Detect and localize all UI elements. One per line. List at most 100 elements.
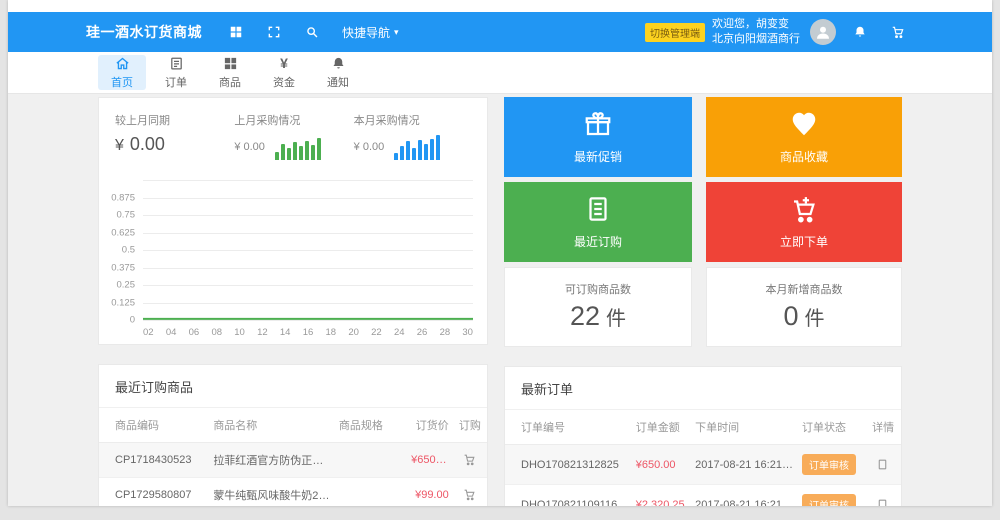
y-axis-tick: 0.375 [111, 262, 135, 273]
x-axis-tick: 18 [325, 327, 337, 338]
product-code: CP1729580807 [99, 477, 210, 506]
add-to-cart-icon[interactable] [463, 453, 477, 467]
chart-gridline [143, 320, 473, 321]
order-status-badge[interactable]: 订单审核 [802, 494, 857, 506]
chart-x-axis: 02 04 06 08 10 12 14 16 18 20 22 24 26 28 30 [143, 323, 473, 338]
gift-icon [585, 112, 611, 136]
tile-product-favorites[interactable]: 商品收藏 [706, 97, 902, 177]
column-header: 下单时间 [691, 409, 799, 445]
counter-orderable-products: 可订购商品数 22 件 [504, 267, 692, 347]
order-row: DHO170821109116 ¥2,320.25 2017-08-21 16:21… [505, 484, 901, 506]
welcome-store: 北京向阳烟酒商行 [712, 33, 800, 45]
order-detail-icon[interactable] [876, 498, 890, 506]
products-icon [224, 57, 236, 69]
stat-last-month: 上月采购情况 ¥ 0.00 [234, 112, 353, 160]
chart-gridline [143, 180, 473, 181]
column-header: 订单金额 [631, 409, 692, 445]
order-row: DHO170821312825 ¥650.00 2017-08-21 16:21:5… [505, 444, 901, 485]
tab-products[interactable]: 商品 [206, 55, 254, 90]
column-header: 商品编码 [99, 407, 210, 443]
tile-latest-promotions[interactable]: 最新促销 [504, 97, 692, 177]
spark-bar [286, 147, 291, 160]
quick-nav-dropdown[interactable]: 快捷导航 ▾ [342, 24, 399, 41]
spark-bar [424, 143, 429, 160]
column-header: 订单状态 [798, 409, 866, 445]
y-axis-tick: 0.125 [111, 297, 135, 308]
chart-gridline [143, 250, 473, 251]
heart-icon [792, 112, 816, 136]
recent-products-card: 最近订购商品 商品编码 商品名称 商品规格 订货价 订购 CP1718430523 拉菲红… [98, 364, 488, 506]
recent-orders-table: 订单编号 订单金额 下单时间 订单状态 详情 DHO170821312825 ¥650.0… [505, 409, 901, 506]
bell-icon[interactable] [852, 24, 868, 40]
orders-icon [170, 57, 182, 69]
spark-bar [412, 147, 417, 160]
product-price: ¥650.00 [407, 442, 453, 478]
welcome-user: 欢迎您，胡变变 [712, 18, 789, 30]
cart-plus-icon [794, 197, 815, 223]
add-to-cart-icon[interactable] [463, 488, 477, 502]
search-icon[interactable] [304, 24, 320, 40]
chevron-down-icon: ▾ [394, 26, 399, 37]
x-axis-tick: 06 [188, 327, 200, 338]
chart-gridline [143, 302, 473, 304]
chart-gridline [143, 267, 473, 269]
order-amount: ¥650.00 [631, 444, 692, 485]
x-axis-tick: 26 [416, 327, 428, 338]
tab-home[interactable]: 首页 [98, 55, 146, 90]
tab-funds[interactable]: ¥ 资金 [260, 55, 308, 90]
x-axis-tick: 20 [348, 327, 359, 338]
app-window: 珪一酒水订货商城 快捷导航 ▾ 切换管理端 欢迎您，胡变变 北京向阳烟酒商行 首… [8, 0, 992, 506]
spark-bar [430, 138, 435, 160]
product-spec [334, 477, 408, 506]
chart-plot-area [143, 180, 473, 321]
table-header-row: 订单编号 订单金额 下单时间 订单状态 详情 [505, 409, 901, 445]
quick-nav-label: 快捷导航 [342, 25, 391, 40]
funds-icon: ¥ [280, 54, 288, 71]
browser-top-strip [8, 0, 992, 12]
product-spec [334, 442, 408, 478]
last-month-sparkline [274, 134, 323, 160]
y-axis-tick: 0 [129, 314, 135, 326]
tile-order-now[interactable]: 立即下单 [706, 182, 902, 262]
purchase-line-chart: 0.875 0.75 0.625 0.5 0.375 0.25 0.125 0 02 04 06 0… [109, 180, 473, 338]
tab-orders[interactable]: 订单 [152, 55, 200, 90]
spark-bar [394, 152, 399, 160]
chart-y-axis: 0.875 0.75 0.625 0.5 0.375 0.25 0.125 0 [109, 180, 141, 326]
chart-gridline [143, 215, 473, 216]
order-detail-icon[interactable] [876, 458, 890, 472]
spark-bar [436, 135, 441, 160]
home-icon [115, 57, 129, 69]
product-row: CP1718430523 拉菲红酒官方防伪正品法... ¥650.00 [99, 442, 487, 478]
y-axis-tick: 0.5 [121, 244, 135, 256]
receipt-icon [589, 197, 607, 221]
avatar[interactable] [810, 19, 836, 45]
product-code: CP1718430523 [99, 442, 210, 478]
order-time: 2017-08-21 16:21:57 [691, 444, 799, 485]
column-header: 订货价 [407, 407, 453, 443]
recent-orders-title: 最新订单 [521, 382, 574, 397]
cart-icon[interactable] [890, 24, 906, 40]
recent-products-title: 最近订购商品 [115, 380, 194, 395]
menu-grid-icon[interactable] [228, 24, 244, 40]
dashboard-content: 较上月同期 ¥0.00 上月采购情况 ¥ 0.00 本月采购情况 ¥ 0.00 … [8, 94, 992, 506]
spark-bar [280, 143, 285, 160]
order-status-badge[interactable]: 订单审核 [802, 454, 857, 475]
spark-bar [292, 142, 297, 160]
x-axis-tick: 08 [211, 327, 223, 338]
switch-admin-button[interactable]: 切换管理端 [645, 22, 705, 42]
tile-recent-purchases[interactable]: 最近订购 [504, 182, 692, 262]
order-number: DHO170821109116 [505, 484, 632, 506]
chart-gridline [143, 232, 473, 234]
x-axis-tick: 24 [393, 327, 405, 338]
tab-notifications[interactable]: 通知 [314, 55, 362, 90]
column-header: 订单编号 [505, 409, 632, 445]
app-title: 珪一酒水订货商城 [86, 24, 202, 40]
product-name: 蒙牛纯甄风味酸牛奶200g... [209, 477, 335, 506]
fullscreen-icon[interactable] [266, 24, 282, 40]
column-header: 订购 [452, 407, 487, 443]
x-axis-tick: 14 [279, 327, 291, 338]
x-axis-tick: 12 [257, 327, 268, 338]
spark-bar [310, 144, 315, 160]
notice-bell-icon [333, 57, 343, 68]
spark-bar [304, 141, 309, 160]
